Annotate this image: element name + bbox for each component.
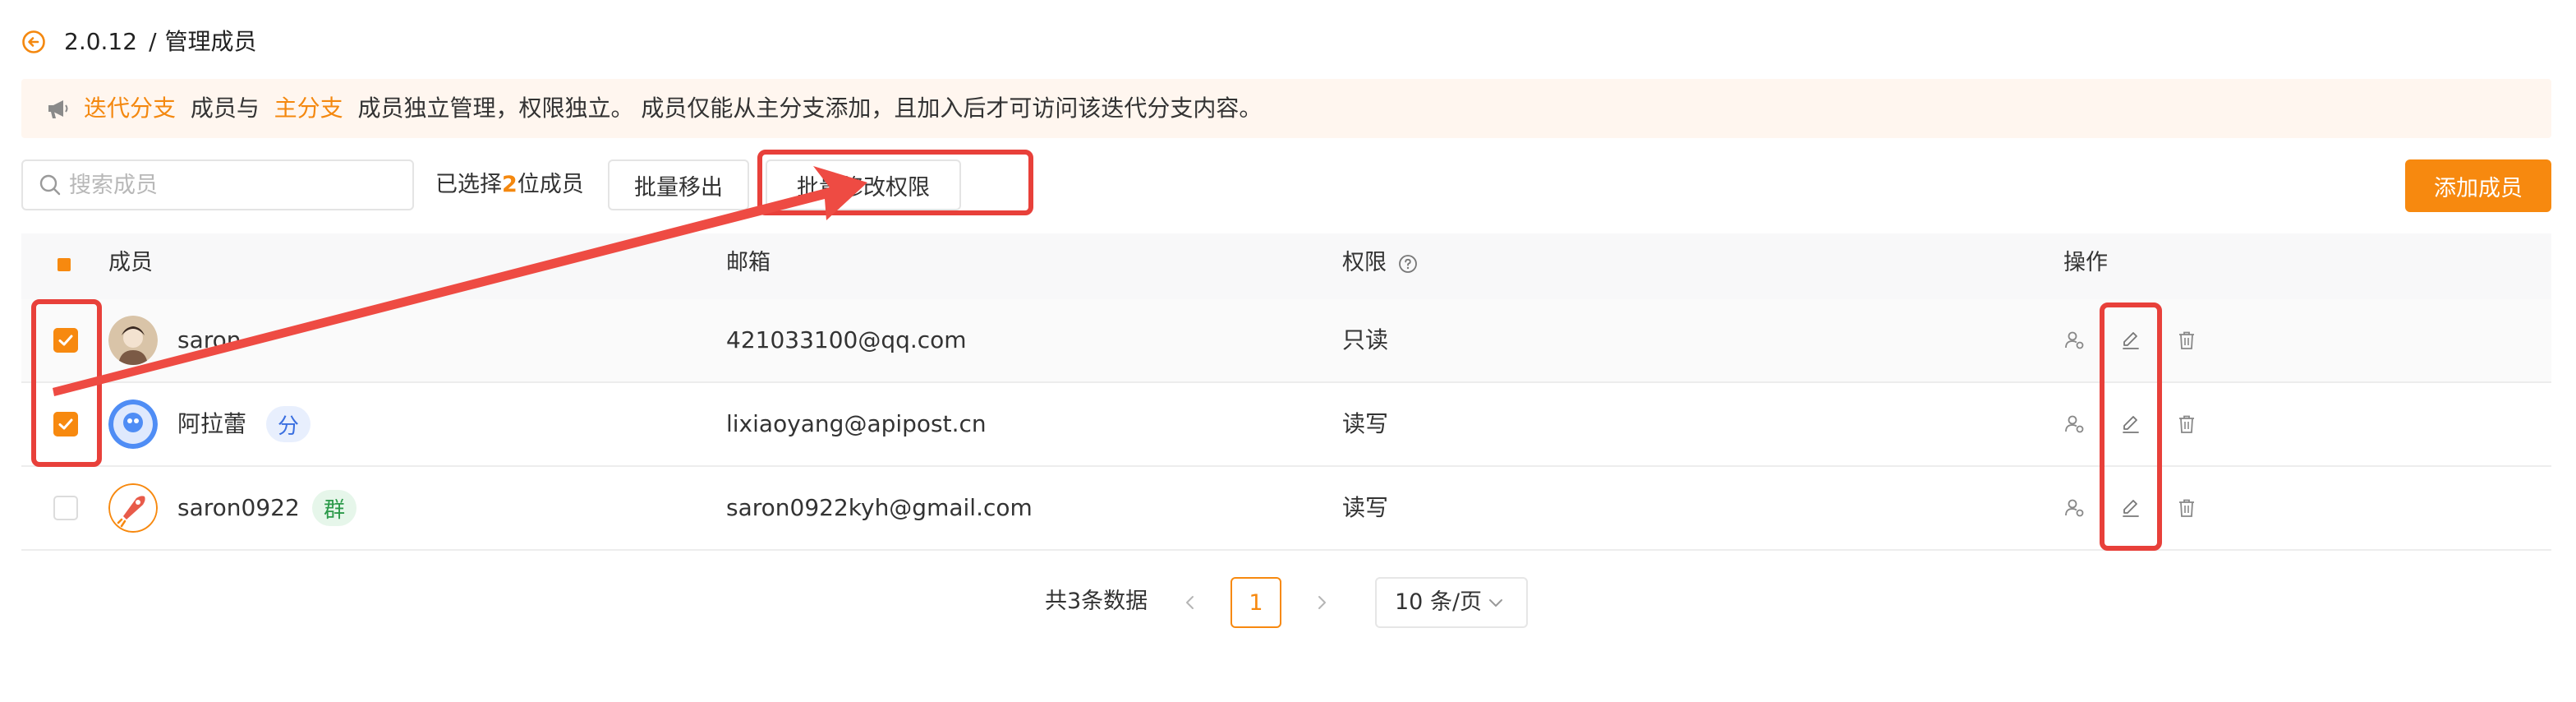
- member-tag: 分: [266, 406, 311, 442]
- help-icon[interactable]: [1398, 254, 1418, 274]
- member-name: saron: [177, 326, 242, 353]
- user-settings-icon[interactable]: [2063, 329, 2086, 352]
- annotation-box-batch-edit: [757, 150, 1033, 215]
- add-member-button[interactable]: 添加成员: [2405, 159, 2551, 212]
- search-input[interactable]: [69, 163, 398, 207]
- column-permission: 权限: [1342, 250, 1387, 275]
- member-email: 421033100@qq.com: [726, 326, 967, 353]
- row-divider: [21, 381, 2551, 383]
- avatar: [108, 399, 158, 449]
- row-divider: [21, 549, 2551, 551]
- column-email: 邮箱: [726, 250, 770, 275]
- prev-page-icon[interactable]: [1181, 593, 1199, 612]
- batch-remove-button[interactable]: 批量移出: [608, 159, 749, 210]
- annotation-box-checkboxes: [31, 299, 102, 467]
- page-size-label: 10 条/页: [1395, 589, 1483, 615]
- select-all-checkbox[interactable]: [58, 258, 71, 271]
- table-header: [21, 233, 2551, 299]
- megaphone-icon: [48, 100, 68, 118]
- next-page-icon[interactable]: [1313, 593, 1331, 612]
- back-icon[interactable]: [21, 30, 46, 54]
- member-email: lixiaoyang@apipost.cn: [726, 410, 987, 437]
- breadcrumb-separator: /: [149, 28, 157, 55]
- table-row-bg: [21, 299, 2551, 381]
- row-divider: [21, 465, 2551, 467]
- avatar: [108, 483, 158, 533]
- notice-text-part: 成员独立管理，权限独立。 成员仅能从主分支添加，且加入后才可访问该迭代分支内容。: [357, 95, 1263, 122]
- delete-icon[interactable]: [2175, 329, 2198, 352]
- page-number-current[interactable]: 1: [1230, 577, 1281, 628]
- notice-text-part: 成员与: [190, 95, 260, 122]
- breadcrumb: 2.0.12 / 管理成员: [64, 26, 257, 58]
- column-member: 成员: [108, 250, 153, 275]
- row-checkbox[interactable]: [53, 496, 78, 520]
- member-permission: 读写: [1342, 494, 1389, 521]
- member-name: saron0922: [177, 494, 300, 521]
- page-title: 管理成员: [164, 28, 257, 55]
- selected-count: 2: [502, 172, 518, 197]
- selected-count-text: 已选择2位成员: [435, 169, 584, 201]
- pagination-total: 共3条数据: [1045, 589, 1148, 614]
- user-settings-icon[interactable]: [2063, 496, 2086, 520]
- member-permission: 只读: [1342, 326, 1389, 353]
- member-permission: 读写: [1342, 410, 1389, 437]
- delete-icon[interactable]: [2175, 496, 2198, 520]
- member-email: saron0922kyh@gmail.com: [726, 494, 1033, 521]
- column-actions: 操作: [2063, 250, 2108, 275]
- member-tag: 群: [312, 490, 357, 526]
- selected-prefix: 已选择: [435, 172, 502, 197]
- notice-highlight-branch: 迭代分支: [84, 95, 177, 122]
- avatar: [108, 316, 158, 365]
- chevron-down-icon: [1489, 599, 1502, 607]
- delete-icon[interactable]: [2175, 413, 2198, 436]
- search-icon: [39, 174, 61, 196]
- annotation-box-edit-icons: [2100, 303, 2162, 551]
- selected-suffix: 位成员: [517, 172, 584, 197]
- notice-text: 迭代分支 成员与 主分支 成员独立管理，权限独立。 成员仅能从主分支添加，且加入…: [84, 93, 1262, 124]
- notice-highlight-main: 主分支: [274, 95, 343, 122]
- member-name: 阿拉蕾: [177, 410, 247, 437]
- user-settings-icon[interactable]: [2063, 413, 2086, 436]
- breadcrumb-version[interactable]: 2.0.12: [64, 28, 137, 55]
